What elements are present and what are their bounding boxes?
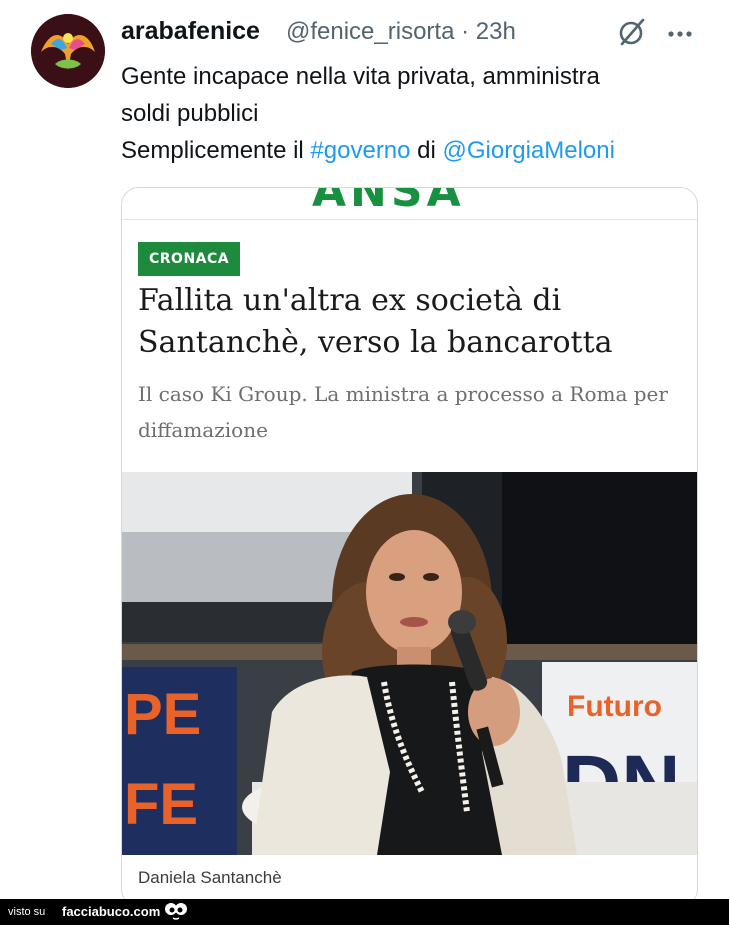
ansa-logo-strip: ANSA — [122, 188, 697, 220]
photo-caption: Daniela Santanchè — [138, 868, 282, 887]
display-name[interactable]: arabafenice — [121, 17, 260, 46]
tweet-text-line: Semplicemente il #governo di @GiorgiaMel… — [121, 132, 711, 169]
avatar[interactable] — [31, 14, 105, 88]
article-headline: Fallita un'altra ex società di Santanchè… — [138, 283, 613, 360]
ansa-logo: ANSA — [312, 188, 465, 217]
article-image-card[interactable]: ANSA CRONACA Fallita un'altra ex società… — [121, 187, 698, 907]
article-subhead: Il caso Ki Group. La ministra a processo… — [138, 382, 668, 442]
tweet-text-fragment: di — [410, 137, 443, 164]
tweet-text-fragment: Semplicemente il — [121, 137, 311, 164]
watermark-brand[interactable]: facciabuco.com — [62, 904, 160, 919]
tweet-text-line: soldi pubblici — [121, 100, 259, 127]
phoenix-logo-icon — [31, 14, 105, 88]
watermark-visto: visto su — [8, 906, 46, 918]
hashtag-link[interactable]: #governo — [310, 137, 410, 164]
photo-sign-left: PE — [124, 682, 201, 747]
more-dots-icon[interactable] — [666, 19, 696, 47]
separator-dot: · — [461, 18, 470, 45]
eyes-logo-icon — [165, 903, 187, 920]
mention-link[interactable]: @GiorgiaMeloni — [443, 137, 615, 164]
grok-slash-icon[interactable] — [616, 16, 648, 48]
tweet-text: Gente incapace nella vita privata, ammin… — [121, 58, 711, 169]
tweet-time[interactable]: 23h — [476, 18, 516, 45]
photo-sign-right: Futuro — [567, 690, 662, 723]
article-photo: PE FE Futuro DN — [122, 472, 697, 855]
user-handle[interactable]: @fenice_risorta — [286, 18, 454, 45]
tweet-header: arabafenice @fenice_risorta · 23h — [121, 17, 721, 49]
handle-and-time: @fenice_risorta · 23h — [286, 18, 516, 46]
photo-sign-left-2: FE — [124, 772, 198, 837]
watermark-bar: visto su facciabuco.com — [0, 899, 729, 925]
category-badge: CRONACA — [138, 242, 241, 276]
tweet-text-line: Gente incapace nella vita privata, ammin… — [121, 63, 600, 90]
